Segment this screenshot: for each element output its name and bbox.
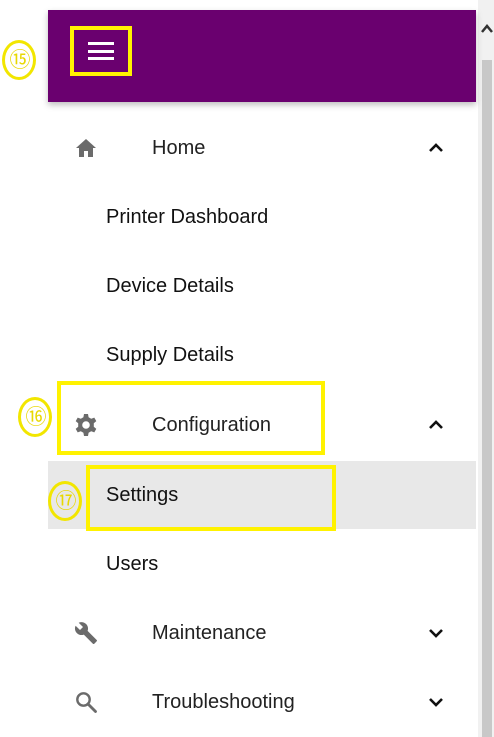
nav-item-maintenance-label: Maintenance (152, 621, 267, 644)
chevron-down-icon[interactable] (428, 694, 444, 710)
nav-item-maintenance[interactable]: Maintenance (48, 601, 476, 665)
nav-subitem-label: Users (106, 552, 159, 575)
nav-subitem-label: Settings (106, 483, 179, 506)
nav-item-configuration-label: Configuration (152, 413, 271, 436)
nav-item-troubleshooting[interactable]: Troubleshooting (48, 670, 476, 734)
hamburger-menu-icon (88, 42, 114, 60)
search-icon (76, 692, 97, 713)
callout-17: ⑰ (48, 481, 82, 521)
chevron-up-icon[interactable] (428, 417, 444, 433)
callout-15: ⑮ (2, 40, 36, 80)
nav-subitem-users[interactable]: Users (48, 532, 476, 596)
menu-button[interactable] (70, 26, 132, 76)
page: ⑮ Home Printer Dashboard Device Details … (0, 0, 494, 737)
nav-subitem-label: Printer Dashboard (106, 205, 269, 228)
chevron-down-icon[interactable] (428, 625, 444, 641)
wrench-icon (74, 622, 97, 644)
nav-item-configuration[interactable]: Configuration (48, 393, 476, 457)
scrollbar-thumb[interactable] (482, 60, 492, 737)
nav-subitem-supply-details[interactable]: Supply Details (48, 323, 476, 387)
nav-subitem-printer-dashboard[interactable]: Printer Dashboard (48, 185, 476, 249)
nav-subitem-label: Device Details (106, 274, 234, 297)
callout-16: ⑯ (18, 397, 52, 437)
nav-item-home[interactable]: Home (48, 116, 476, 180)
nav-item-home-label: Home (152, 136, 206, 159)
home-icon (76, 139, 96, 157)
gear-icon (75, 414, 97, 436)
nav-item-troubleshooting-label: Troubleshooting (152, 690, 295, 713)
scroll-up-arrow-icon[interactable] (480, 22, 494, 36)
app-header (48, 10, 476, 102)
nav-subitem-settings[interactable]: Settings (48, 461, 476, 529)
nav-subitem-label: Supply Details (106, 343, 234, 366)
nav-subitem-device-details[interactable]: Device Details (48, 254, 476, 318)
chevron-up-icon[interactable] (428, 140, 444, 156)
